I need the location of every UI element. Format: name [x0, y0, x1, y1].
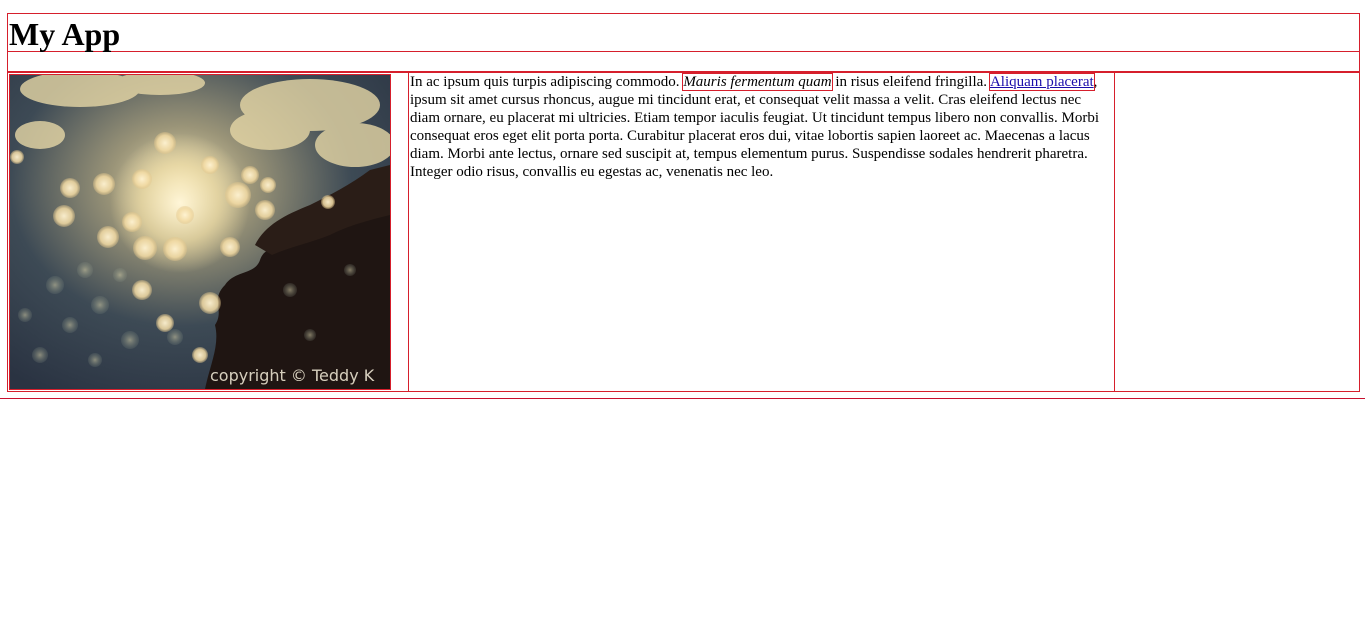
right-column: [1115, 73, 1358, 391]
sub-header-bar: [7, 51, 1360, 72]
bokeh-photo-image: copyright © Teddy K: [10, 75, 390, 389]
app-title: My App: [9, 16, 121, 52]
bokeh-photo: copyright © Teddy K: [9, 74, 391, 390]
image-column: copyright © Teddy K: [8, 73, 409, 391]
text-column: In ac ipsum quis turpis adipiscing commo…: [409, 73, 1115, 391]
article-paragraph: In ac ipsum quis turpis adipiscing commo…: [409, 73, 1114, 181]
article-emphasis: Mauris fermentum quam: [682, 73, 833, 91]
photo-watermark: copyright © Teddy K: [210, 366, 375, 385]
content-row: copyright © Teddy K In ac ipsum quis tur…: [7, 72, 1360, 392]
bottom-divider: [0, 398, 1365, 399]
article-text-middle: in risus eleifend fringilla.: [831, 74, 990, 90]
app-header: My App: [7, 13, 1360, 52]
article-text-start: In ac ipsum quis turpis adipiscing commo…: [410, 74, 684, 90]
article-link[interactable]: Aliquam placerat: [988, 73, 1095, 91]
